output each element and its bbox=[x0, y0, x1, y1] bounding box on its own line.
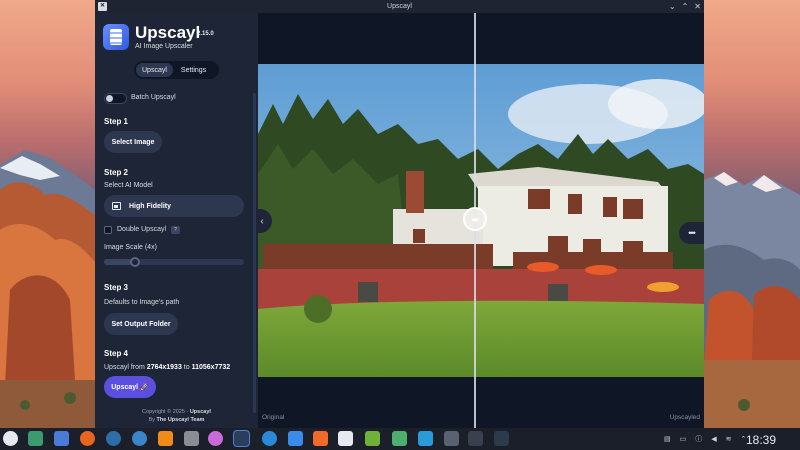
console-icon[interactable] bbox=[494, 431, 509, 446]
sidebar-scrollbar[interactable] bbox=[253, 93, 256, 413]
app-version: 2.15.0 bbox=[197, 31, 214, 37]
output-path-hint: Defaults to Image's path bbox=[104, 299, 180, 306]
upscayl-icon[interactable] bbox=[233, 430, 250, 447]
dimensions-prefix: Upscayl from bbox=[104, 364, 145, 371]
upscayl-logo bbox=[103, 24, 129, 50]
close-button[interactable]: ✕ bbox=[694, 2, 701, 11]
clock[interactable]: 18:39 bbox=[746, 433, 776, 447]
desktop-background-right bbox=[704, 0, 800, 428]
batch-upscayl-label: Batch Upscayl bbox=[131, 94, 176, 101]
footer-by: By bbox=[148, 417, 155, 423]
image-compare-area: ◂▸ ‹ ••• Original Upscayled bbox=[258, 13, 704, 428]
footer-team-link[interactable]: The Upscayl Team bbox=[157, 417, 205, 423]
office-icon[interactable] bbox=[313, 431, 328, 446]
app-name: Upscayl bbox=[135, 23, 201, 42]
dimensions-mid: to bbox=[183, 364, 190, 371]
title-bar: ✕ Upscayl ⌄ ⌃ ✕ bbox=[95, 0, 704, 13]
set-output-folder-button[interactable]: Set Output Folder bbox=[104, 313, 178, 335]
double-upscayl-help-badge[interactable]: ? bbox=[171, 226, 180, 234]
file-manager-icon[interactable] bbox=[54, 431, 69, 446]
image-scale-label: Image Scale (4x) bbox=[104, 244, 157, 251]
step2-title: Step 2 bbox=[104, 168, 129, 177]
app-subtitle: AI Image Upscaler bbox=[135, 43, 193, 50]
firefox-icon[interactable] bbox=[80, 431, 95, 446]
store-icon[interactable] bbox=[418, 431, 433, 446]
speaker-icon[interactable]: ◀ bbox=[711, 435, 716, 443]
clipboard-icon[interactable]: ▤ bbox=[664, 435, 671, 443]
more-options-button[interactable]: ••• bbox=[679, 222, 704, 244]
taskbar: ▤ ▭ ⓘ ◀ ≋ ⌃ 18:39 bbox=[0, 428, 800, 450]
step1-title: Step 1 bbox=[104, 117, 129, 126]
desktop-background-left bbox=[0, 0, 95, 428]
image-icon bbox=[112, 202, 121, 210]
photo-icon[interactable] bbox=[392, 431, 407, 446]
upscayl-button[interactable]: Upscayl 🚀 bbox=[104, 376, 156, 398]
steam-icon[interactable] bbox=[106, 431, 121, 446]
window-title: Upscayl bbox=[387, 3, 412, 10]
tab-settings[interactable]: Settings bbox=[175, 63, 212, 77]
monitor-icon[interactable]: ▭ bbox=[680, 435, 687, 443]
tab-upscayl[interactable]: Upscayl bbox=[136, 63, 173, 77]
image-scale-knob[interactable] bbox=[129, 257, 140, 267]
start-icon[interactable] bbox=[3, 431, 18, 446]
window-controls: ⌄ ⌃ ✕ bbox=[669, 0, 701, 13]
footer-copyright-name: Upscayl bbox=[189, 409, 211, 415]
network-icon[interactable] bbox=[262, 431, 277, 446]
dimensions-from: 2764x1933 bbox=[146, 364, 182, 371]
steam-alt-icon[interactable] bbox=[132, 431, 147, 446]
media-icon[interactable] bbox=[184, 431, 199, 446]
footer-team: By The Upscayl Team bbox=[95, 417, 258, 423]
compare-slider-handle[interactable]: ◂▸ bbox=[463, 207, 487, 231]
step4-title: Step 4 bbox=[104, 349, 129, 358]
image-scale-slider[interactable] bbox=[104, 257, 244, 267]
sidebar: Upscayl 2.15.0 AI Image Upscaler Upscayl… bbox=[95, 13, 258, 428]
double-upscayl-checkbox[interactable] bbox=[104, 226, 112, 234]
step3-title: Step 3 bbox=[104, 283, 129, 292]
original-label: Original bbox=[262, 414, 285, 421]
batch-upscayl-toggle[interactable] bbox=[104, 93, 127, 104]
maximize-button[interactable]: ⌃ bbox=[682, 2, 689, 11]
wifi-icon[interactable]: ≋ bbox=[726, 435, 732, 443]
select-model-label: Select AI Model bbox=[104, 182, 153, 189]
upscayl-window: ✕ Upscayl ⌄ ⌃ ✕ Upscayl 2.15.0 AI Image … bbox=[95, 0, 704, 428]
system-tray: ▤ ▭ ⓘ ◀ ≋ ⌃ bbox=[664, 428, 746, 450]
display-icon[interactable] bbox=[444, 431, 459, 446]
obs-icon[interactable] bbox=[208, 431, 223, 446]
doc-icon[interactable] bbox=[288, 431, 303, 446]
ai-model-select[interactable]: High Fidelity bbox=[104, 195, 244, 217]
double-upscayl-label: Double Upscayl bbox=[117, 226, 167, 233]
desktop-icon[interactable] bbox=[28, 431, 43, 446]
select-image-button[interactable]: Select Image bbox=[104, 131, 162, 153]
info-icon[interactable]: ⓘ bbox=[695, 434, 702, 444]
dimensions-to: 11056x7732 bbox=[191, 364, 231, 371]
terminal-icon[interactable] bbox=[468, 431, 483, 446]
sidebar-tabs: Upscayl Settings bbox=[134, 61, 219, 79]
window-app-icon: ✕ bbox=[98, 2, 107, 11]
vlc-icon[interactable] bbox=[158, 431, 173, 446]
ai-model-value: High Fidelity bbox=[129, 202, 171, 210]
footer-copyright: Copyright © 2025 - Upscayl bbox=[95, 409, 258, 415]
upscayl-dimensions: Upscayl from 2764x1933 to 11056x7732 bbox=[104, 364, 230, 371]
chart-icon[interactable] bbox=[338, 431, 353, 446]
footer-copyright-text: Copyright © 2025 - bbox=[142, 409, 189, 415]
nvidia-icon[interactable] bbox=[365, 431, 380, 446]
upscayled-label: Upscayled bbox=[669, 414, 700, 421]
minimize-button[interactable]: ⌄ bbox=[669, 2, 676, 11]
